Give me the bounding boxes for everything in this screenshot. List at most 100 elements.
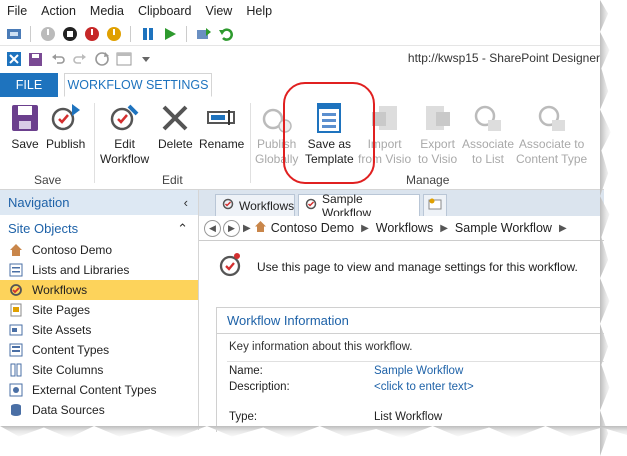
rename-icon	[205, 101, 239, 135]
breadcrumb-item[interactable]: Contoso Demo	[271, 221, 354, 235]
breadcrumb-item[interactable]: Workflows	[376, 221, 433, 235]
pause-icon[interactable]	[139, 25, 156, 42]
app-window: File Action Media Clipboard View Help ht…	[0, 0, 604, 432]
nav-item-label: Site Columns	[32, 363, 104, 377]
save-label: Save	[11, 137, 39, 151]
content-types-icon	[8, 343, 24, 357]
delete-label: Delete	[158, 137, 193, 151]
workflow-icon	[222, 198, 234, 213]
description-label: Description:	[229, 381, 290, 393]
home-icon[interactable]	[254, 220, 267, 236]
publish-icon	[49, 101, 83, 135]
site-objects-header[interactable]: Site Objects ⌃	[0, 218, 198, 240]
edit-workflow-icon	[108, 101, 142, 135]
name-row: Name: Sample Workflow	[229, 365, 463, 377]
nav-item-data-sources[interactable]: Data Sources	[0, 400, 198, 420]
intro: Use this page to view and manage setting…	[219, 252, 578, 281]
datasource-icon	[8, 403, 24, 417]
forward-icon[interactable]: ▶	[223, 219, 240, 237]
group-separator	[94, 103, 95, 183]
back-icon[interactable]: ◀	[204, 219, 221, 237]
export-visio-button[interactable]: Export to Visio	[418, 101, 457, 167]
export-visio-icon	[421, 101, 455, 135]
delete-button[interactable]: Delete	[158, 101, 193, 152]
nav-item-label: External Content Types	[32, 383, 157, 397]
snapshot-icon[interactable]	[195, 25, 212, 42]
type-row: Type: List Workflow	[229, 411, 442, 423]
redo-icon[interactable]	[71, 51, 88, 68]
associate-list-icon	[471, 101, 505, 135]
panel-description: Key information about this workflow.	[229, 341, 413, 353]
associate-content-type-icon	[535, 101, 569, 135]
navigation-pane: Navigation ‹ Site Objects ⌃ Contoso Demo…	[0, 190, 199, 430]
play-icon[interactable]	[161, 25, 178, 42]
name-value[interactable]: Sample Workflow	[374, 365, 463, 377]
nav-item-label: Contoso Demo	[32, 243, 113, 257]
publish-button[interactable]: Publish	[46, 101, 85, 152]
refresh-icon[interactable]	[93, 51, 110, 68]
menu-help[interactable]: Help	[239, 4, 279, 18]
highlight-circle	[283, 82, 375, 184]
stop-icon[interactable]	[61, 25, 78, 42]
edit-group-label: Edit	[162, 173, 183, 187]
chevron-right-icon: ▶	[243, 222, 251, 234]
assoc-list-label-2: to List	[472, 152, 505, 166]
toolbar-separator	[130, 25, 131, 42]
description-value[interactable]: <click to enter text>	[374, 381, 474, 393]
power-off-icon[interactable]	[39, 25, 56, 42]
nav-item-site-columns[interactable]: Site Columns	[0, 360, 198, 380]
nav-item-label: Content Types	[32, 343, 110, 357]
assets-icon	[8, 323, 24, 337]
breadcrumb-item[interactable]: Sample Workflow	[455, 221, 552, 235]
revert-icon[interactable]	[217, 25, 234, 42]
group-separator	[250, 103, 251, 183]
nav-item-site-pages[interactable]: Site Pages	[0, 300, 198, 320]
associate-to-content-type-button[interactable]: Associate to Content Type	[516, 101, 587, 167]
rename-button[interactable]: Rename	[199, 101, 244, 152]
new-tab-button[interactable]	[423, 194, 447, 216]
rename-label: Rename	[199, 137, 245, 151]
tab-workflow-settings[interactable]: WORKFLOW SETTINGS	[64, 73, 212, 97]
menu-media[interactable]: Media	[83, 4, 131, 18]
menu-action[interactable]: Action	[34, 4, 83, 18]
undo-icon[interactable]	[49, 51, 66, 68]
nav-item-workflows[interactable]: Workflows	[0, 280, 198, 300]
new-tab-icon	[428, 198, 442, 213]
manage-group-label: Manage	[406, 173, 450, 187]
reset-icon[interactable]	[105, 25, 122, 42]
collapse-pane-icon[interactable]: ‹	[184, 190, 188, 215]
content-area: Workflows Sample Workflow ◀ ▶ ▶ Contoso …	[199, 190, 604, 432]
tab-workflows[interactable]: Workflows	[215, 194, 295, 216]
settings-icon[interactable]	[5, 25, 22, 42]
save-button[interactable]: Save	[8, 101, 42, 152]
browser-preview-icon[interactable]	[115, 51, 132, 68]
panel-title: Workflow Information	[217, 308, 604, 334]
assoc-list-label-1: Associate	[462, 137, 515, 151]
chevron-up-icon[interactable]: ⌃	[177, 218, 188, 240]
menu-view[interactable]: View	[198, 4, 239, 18]
customize-qat-icon[interactable]	[137, 51, 154, 68]
edit-workflow-button[interactable]: Edit Workflow	[100, 101, 149, 167]
menu-clipboard[interactable]: Clipboard	[131, 4, 199, 18]
nav-item-content-types[interactable]: Content Types	[0, 340, 198, 360]
nav-item-lists-and-libraries[interactable]: Lists and Libraries	[0, 260, 198, 280]
tab-sample-workflow[interactable]: Sample Workflow	[298, 192, 420, 220]
nav-item-contoso-demo[interactable]: Contoso Demo	[0, 240, 198, 260]
shutdown-icon[interactable]	[83, 25, 100, 42]
type-label: Type:	[229, 411, 258, 423]
quick-access-toolbar: http://kwsp15 - SharePoint Designer	[0, 47, 604, 71]
navigation-header: Navigation ‹	[0, 190, 198, 215]
associate-to-list-button[interactable]: Associate to List	[462, 101, 514, 167]
nav-item-site-assets[interactable]: Site Assets	[0, 320, 198, 340]
breadcrumb: ◀ ▶ ▶ Contoso Demo ▶ Workflows ▶ Sample …	[199, 216, 604, 241]
name-label: Name:	[229, 365, 263, 377]
nav-item-external-content-types[interactable]: External Content Types	[0, 380, 198, 400]
edit-label-2: Workflow	[100, 152, 150, 166]
chevron-right-icon: ▶	[558, 222, 567, 234]
tab-file[interactable]: FILE	[0, 73, 58, 97]
save-icon[interactable]	[27, 51, 44, 68]
export-label-1: Export	[420, 137, 455, 151]
menu-file[interactable]: File	[0, 4, 34, 18]
chevron-right-icon: ▶	[440, 222, 448, 234]
workflow-icon	[219, 252, 243, 281]
